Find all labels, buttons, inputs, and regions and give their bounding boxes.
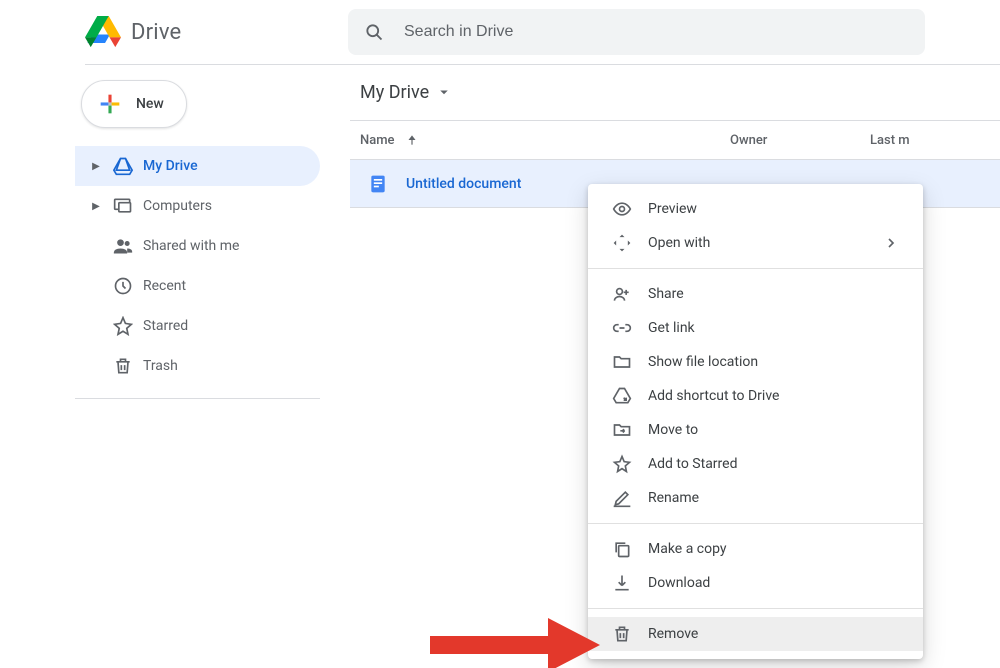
nav-recent[interactable]: Recent [75,266,320,306]
star-icon [103,316,143,336]
expand-icon[interactable]: ▶ [89,161,103,172]
breadcrumb-dropdown-icon[interactable] [435,83,453,101]
menu-show-location[interactable]: Show file location [588,345,923,379]
my-drive-icon [103,156,143,176]
search-input[interactable] [402,22,909,42]
col-modified[interactable]: Last m [870,133,1000,148]
trash-icon [103,356,143,376]
sidebar: New ▶ My Drive ▶ Computers [75,70,320,399]
menu-add-shortcut[interactable]: Add shortcut to Drive [588,379,923,413]
nav-label: Recent [143,278,186,294]
star-icon [612,454,648,474]
nav-trash[interactable]: Trash [75,346,320,386]
breadcrumb[interactable]: My Drive [350,64,1000,120]
new-button[interactable]: New [81,80,187,128]
col-name[interactable]: Name [360,133,730,148]
eye-icon [612,199,648,219]
search-bar[interactable] [348,9,925,55]
expand-icon[interactable]: ▶ [89,201,103,212]
menu-remove[interactable]: Remove [588,617,923,651]
product-name: Drive [131,20,181,45]
menu-rename[interactable]: Rename [588,481,923,515]
share-icon [612,284,648,304]
recent-icon [103,276,143,296]
sidebar-divider [75,398,320,399]
menu-share[interactable]: Share [588,277,923,311]
breadcrumb-label: My Drive [360,82,429,103]
computers-icon [103,196,143,216]
plus-icon [96,90,124,118]
search-icon [364,22,384,42]
nav-label: Trash [143,358,178,374]
drive-logo-icon [85,16,121,48]
nav-label: My Drive [143,158,198,174]
folder-icon [612,352,648,372]
menu-preview[interactable]: Preview [588,192,923,226]
menu-download[interactable]: Download [588,566,923,600]
sort-arrow-up-icon[interactable] [405,133,419,147]
menu-divider [588,608,923,609]
context-menu: Preview Open with Share Get link Show fi… [588,184,923,659]
nav-label: Shared with me [143,238,239,254]
nav-my-drive[interactable]: ▶ My Drive [75,146,320,186]
nav-shared[interactable]: Shared with me [75,226,320,266]
menu-divider [588,268,923,269]
chevron-right-icon [883,235,899,251]
menu-add-starred[interactable]: Add to Starred [588,447,923,481]
col-owner[interactable]: Owner [730,133,870,148]
shortcut-icon [612,386,648,406]
nav-starred[interactable]: Starred [75,306,320,346]
logo-area: Drive [85,16,348,48]
menu-move-to[interactable]: Move to [588,413,923,447]
open-with-icon [612,233,648,253]
shared-icon [103,236,143,256]
nav-list: ▶ My Drive ▶ Computers [75,146,320,386]
copy-icon [612,539,648,559]
new-button-label: New [136,96,164,112]
header: Drive [0,0,1000,64]
move-icon [612,420,648,440]
link-icon [612,318,648,338]
nav-label: Starred [143,318,188,334]
menu-make-copy[interactable]: Make a copy [588,532,923,566]
menu-divider [588,523,923,524]
docs-file-icon [368,174,388,194]
menu-open-with[interactable]: Open with [588,226,923,260]
pencil-icon [612,488,648,508]
nav-label: Computers [143,198,212,214]
nav-computers[interactable]: ▶ Computers [75,186,320,226]
column-headers: Name Owner Last m [350,120,1000,160]
file-name: Untitled document [406,176,521,192]
menu-get-link[interactable]: Get link [588,311,923,345]
trash-icon [612,624,648,644]
download-icon [612,573,648,593]
